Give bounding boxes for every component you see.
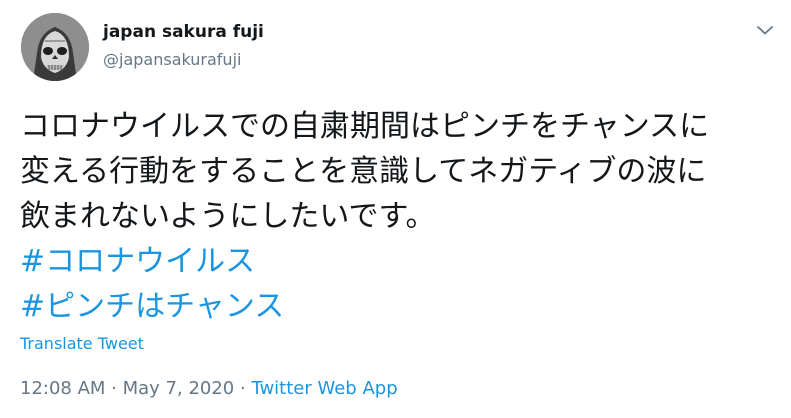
tweet-source-link[interactable]: Twitter Web App: [251, 378, 397, 399]
tweet-metadata: 12:08 AM · May 7, 2020 · Twitter Web App: [20, 378, 398, 399]
tweet-text: コロナウイルスでの自粛期間はピンチをチャンスに 変える行動をすることを意識してネ…: [20, 104, 780, 329]
more-options-button[interactable]: [753, 18, 777, 42]
tweet-date[interactable]: May 7, 2020: [123, 378, 235, 399]
avatar[interactable]: [21, 13, 89, 81]
user-handle[interactable]: @japansakurafuji: [103, 50, 241, 69]
display-name[interactable]: japan sakura fuji: [103, 22, 264, 42]
tweet-text-line: コロナウイルスでの自粛期間はピンチをチャンスに: [20, 109, 710, 144]
hashtag-link-pinch[interactable]: #ピンチはチャンス: [20, 284, 780, 329]
tweet-card: japan sakura fuji @japansakurafuji コロナウイ…: [0, 0, 791, 418]
skull-mask-icon: [21, 13, 89, 81]
hashtag-link-corona[interactable]: #コロナウイルス: [20, 239, 780, 284]
meta-separator: ·: [234, 378, 252, 399]
tweet-time[interactable]: 12:08 AM: [20, 378, 105, 399]
meta-separator: ·: [105, 378, 123, 399]
chevron-down-icon: [757, 26, 773, 35]
tweet-text-line: 変える行動をすることを意識してネガティブの波に: [20, 154, 707, 189]
tweet-text-line: 飲まれないようにしたいです。: [20, 199, 436, 234]
translate-tweet-link[interactable]: Translate Tweet: [20, 334, 144, 353]
